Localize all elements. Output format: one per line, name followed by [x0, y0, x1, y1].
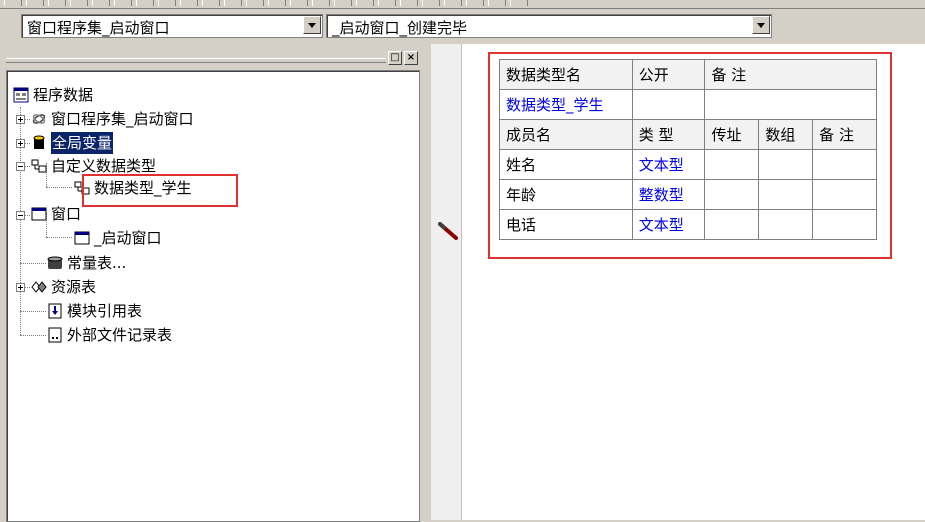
toolbar-button[interactable] — [70, 0, 88, 6]
tree-item-label: 常量表... — [67, 254, 127, 272]
toolbar-button[interactable] — [268, 0, 286, 6]
toolbar-button[interactable] — [224, 0, 242, 6]
toolbar-button[interactable] — [400, 0, 418, 6]
toolbar-button[interactable] — [48, 0, 66, 6]
data-type-icon — [31, 159, 47, 173]
tree-item-label: 外部文件记录表 — [67, 326, 173, 344]
tree-item-label: 全局变量 — [49, 131, 115, 155]
window-icon — [31, 207, 47, 221]
tree-expander[interactable] — [16, 283, 25, 292]
toolbar — [0, 0, 925, 9]
highlight-box — [82, 174, 238, 207]
constants-icon — [47, 256, 63, 269]
toolbar-button[interactable] — [26, 0, 44, 6]
toolbar-button[interactable] — [246, 0, 264, 6]
tree-root-label: 程序数据 — [33, 86, 94, 104]
toolbar-button[interactable] — [312, 0, 330, 6]
restore-button[interactable]: □ — [388, 51, 402, 65]
tree-item-label: _启动窗口 — [94, 229, 162, 247]
toolbar-button[interactable] — [202, 0, 220, 6]
toolbar-button[interactable] — [466, 0, 484, 6]
chevron-down-icon[interactable] — [303, 16, 321, 34]
tree-item-label: 窗口 — [51, 205, 82, 223]
code-gutter — [431, 44, 462, 520]
tree-item-label: 窗口程序集_启动窗口 — [51, 110, 194, 128]
toolbar-button[interactable] — [4, 0, 22, 6]
tree-line — [20, 263, 46, 264]
toolbar-button[interactable] — [510, 0, 528, 6]
toolbar-button[interactable] — [180, 0, 198, 6]
tree-expander[interactable] — [16, 115, 25, 124]
highlight-box — [488, 52, 892, 259]
tree-item-label: 资源表 — [51, 278, 97, 296]
assembly-combo[interactable]: 窗口程序集_启动窗口 — [21, 14, 323, 38]
module-ref-icon — [48, 303, 62, 319]
chevron-down-icon[interactable] — [752, 16, 770, 34]
subroutine-combo[interactable]: _启动窗口_创建完毕 — [326, 14, 772, 38]
toolbar-button[interactable] — [158, 0, 176, 6]
pencil-icon — [438, 222, 458, 240]
tree-item-label: 模块引用表 — [67, 302, 143, 320]
tree-expander[interactable] — [16, 211, 25, 220]
toolbar-button[interactable] — [334, 0, 352, 6]
tree-line — [20, 335, 46, 336]
tree-line — [46, 187, 72, 188]
toolbar-button[interactable] — [356, 0, 374, 6]
assembly-icon — [32, 114, 46, 124]
window-icon — [74, 231, 90, 245]
panel-grip[interactable] — [6, 58, 386, 63]
program-data-icon — [13, 87, 29, 103]
toolbar-button[interactable] — [290, 0, 308, 6]
subroutine-combo-value: _启动窗口_创建完毕 — [332, 19, 468, 37]
toolbar-button[interactable] — [378, 0, 396, 6]
toolbar-button[interactable] — [422, 0, 440, 6]
panel-titlebar: □ × — [6, 50, 420, 68]
resources-icon — [31, 281, 47, 293]
tree-line — [20, 311, 46, 312]
toolbar-button[interactable] — [444, 0, 462, 6]
toolbar-button[interactable] — [136, 0, 154, 6]
toolbar-button[interactable] — [92, 0, 110, 6]
external-file-icon — [48, 327, 62, 343]
toolbar-button[interactable] — [114, 0, 132, 6]
splitter[interactable] — [421, 44, 430, 520]
database-icon — [33, 135, 45, 149]
tree-line — [46, 237, 72, 238]
close-button[interactable]: × — [404, 51, 418, 65]
project-tree: 程序数据 窗口程序集_启动窗口 全局变量 自定义数据类型 数据类型_学生 窗口 … — [6, 70, 420, 522]
tree-expander[interactable] — [16, 139, 25, 148]
toolbar-button[interactable] — [488, 0, 506, 6]
tree-expander[interactable] — [16, 162, 25, 171]
assembly-combo-value: 窗口程序集_启动窗口 — [27, 19, 170, 37]
